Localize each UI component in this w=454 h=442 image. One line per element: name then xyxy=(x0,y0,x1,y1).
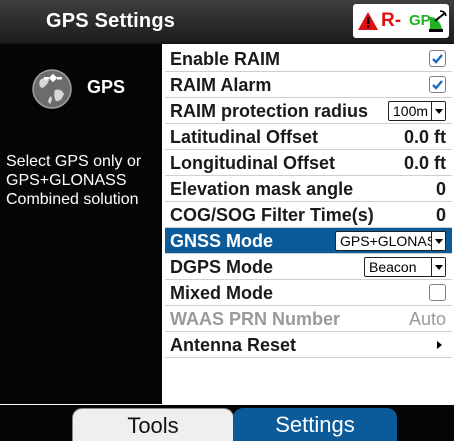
setting-value: Auto xyxy=(408,309,446,329)
setting-row-elevation-mask-angle[interactable]: Elevation mask angle 0 xyxy=(165,176,452,202)
setting-label: Longitudinal Offset xyxy=(170,153,335,173)
setting-label: Latitudinal Offset xyxy=(170,127,318,147)
setting-row-enable-raim[interactable]: Enable RAIM xyxy=(165,46,452,72)
setting-row-dgps-mode[interactable]: DGPS Mode Beacon xyxy=(165,254,452,280)
setting-value: 0.0 ft xyxy=(403,153,446,173)
dropdown-value: Beacon xyxy=(369,259,417,275)
help-text: Select GPS only or GPS+GLONASS Combined … xyxy=(6,153,142,208)
setting-label: GNSS Mode xyxy=(170,231,274,251)
setting-row-latitudinal-offset[interactable]: Latitudinal Offset 0.0 ft xyxy=(165,124,452,150)
setting-row-waas-prn-number: WAAS PRN Number Auto xyxy=(165,306,452,332)
gps-settings-screen: GPS Settings R- GP GPS Select GPS only o… xyxy=(0,0,454,441)
tab-settings[interactable]: Settings xyxy=(233,408,397,441)
setting-label: RAIM protection radius xyxy=(170,101,369,121)
setting-label: Enable RAIM xyxy=(170,49,281,69)
gps-label: GPS xyxy=(87,77,126,97)
setting-label: RAIM Alarm xyxy=(170,75,272,95)
setting-row-mixed-mode[interactable]: Mixed Mode xyxy=(165,280,452,306)
chevron-right-icon xyxy=(437,341,442,349)
dropdown-select[interactable]: 100m xyxy=(388,101,446,121)
warning-triangle-icon xyxy=(358,12,378,30)
setting-row-raim-protection-radius[interactable]: RAIM protection radius 100m xyxy=(165,98,452,124)
setting-label: COG/SOG Filter Time(s) xyxy=(170,205,374,225)
setting-value: 0 xyxy=(435,205,446,225)
checkbox[interactable] xyxy=(429,284,446,301)
setting-row-gnss-mode[interactable]: GNSS Mode GPS+GLONASS xyxy=(165,228,452,254)
settings-list: Enable RAIM RAIM Alarm RAIM protection rad… xyxy=(165,46,452,358)
setting-row-raim-alarm[interactable]: RAIM Alarm xyxy=(165,72,452,98)
info-panel: GPS Select GPS only or GPS+GLONASS Combi… xyxy=(0,44,162,404)
setting-row-longitudinal-offset[interactable]: Longitudinal Offset 0.0 ft xyxy=(165,150,452,176)
setting-value: 0 xyxy=(435,179,446,199)
setting-label: WAAS PRN Number xyxy=(170,309,341,329)
chevron-down-icon[interactable] xyxy=(431,258,445,276)
chevron-down-icon[interactable] xyxy=(431,232,445,250)
checkmark-icon xyxy=(432,80,443,90)
setting-value: 0.0 ft xyxy=(403,127,446,147)
dropdown-select[interactable]: Beacon xyxy=(364,257,446,277)
setting-row-cog-sog-filter-time-s[interactable]: COG/SOG Filter Time(s) 0 xyxy=(165,202,452,228)
dropdown-select[interactable]: GPS+GLONASS xyxy=(335,231,446,251)
checkbox[interactable] xyxy=(429,76,446,93)
page-title: GPS Settings xyxy=(46,10,176,32)
bottom-tab-bar: Tools Settings xyxy=(0,405,454,441)
setting-label: Antenna Reset xyxy=(170,335,297,355)
setting-label: Elevation mask angle xyxy=(170,179,354,199)
dropdown-value: 100m xyxy=(393,103,429,119)
setting-row-antenna-reset[interactable]: Antenna Reset xyxy=(165,332,452,358)
r-indicator: R- xyxy=(381,10,402,31)
setting-label: Mixed Mode xyxy=(170,283,274,303)
status-indicators[interactable]: R- GP xyxy=(353,4,449,38)
checkbox[interactable] xyxy=(429,50,446,67)
tab-tools[interactable]: Tools xyxy=(72,408,234,441)
dropdown-value: GPS+GLONASS xyxy=(340,233,446,249)
globe-satellite-icon xyxy=(32,69,72,109)
checkmark-icon xyxy=(432,54,443,64)
satellite-dish-icon xyxy=(429,10,447,32)
chevron-down-icon[interactable] xyxy=(431,102,445,120)
setting-label: DGPS Mode xyxy=(170,257,274,277)
title-bar: GPS Settings R- GP xyxy=(0,0,454,44)
